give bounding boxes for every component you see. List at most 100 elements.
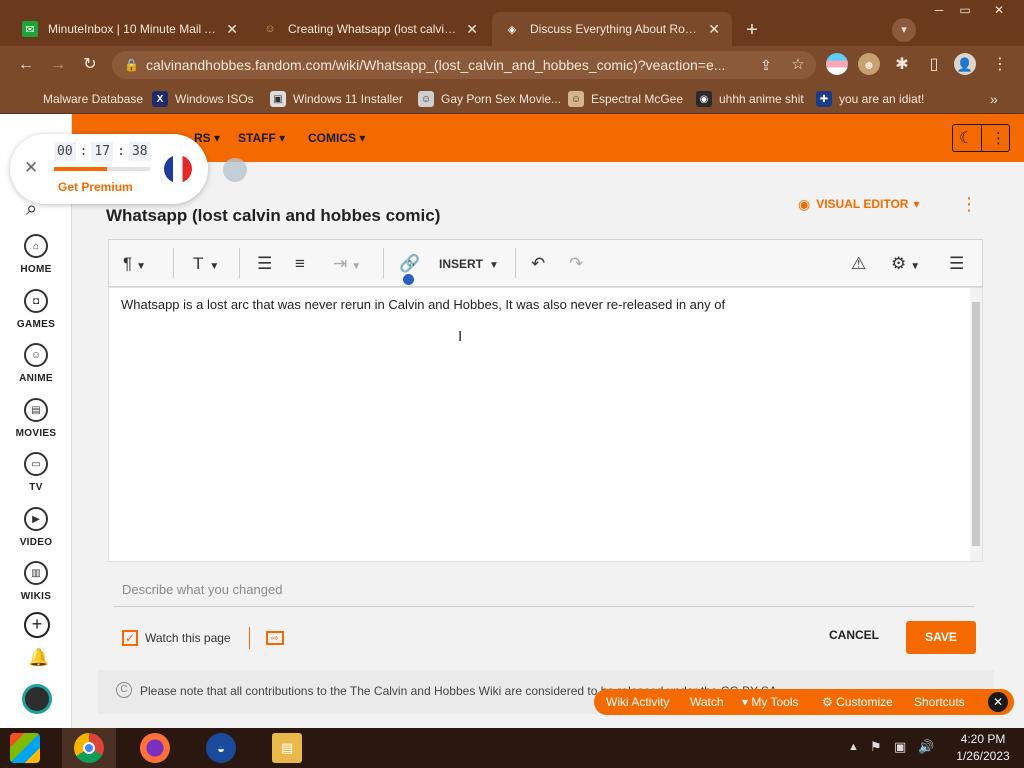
watch-page-option[interactable]: ✓ Watch this page ⇨ — [122, 627, 284, 649]
maximize-icon[interactable]: ▭ — [952, 2, 978, 18]
bookmark-anime[interactable]: ◉ uhhh anime shit — [696, 90, 804, 108]
review-changes-icon[interactable]: ⇨ — [265, 631, 284, 645]
reload-icon[interactable]: ↻ — [78, 53, 102, 77]
insert-menu-button[interactable]: INSERT ▼ — [439, 253, 499, 275]
firefox-taskbar-icon[interactable] — [140, 733, 170, 763]
rail-label: ANIME — [19, 373, 53, 384]
bookmark-malware-database[interactable]: Malware Database — [20, 90, 143, 108]
bookmark-espectral-mcgee[interactable]: ☺ Espectral McGee — [568, 90, 683, 108]
browser-taskbar-icon[interactable]: ◒ — [206, 733, 236, 763]
new-tab-icon[interactable]: + — [740, 18, 764, 42]
start-button-icon[interactable] — [10, 733, 40, 763]
rail-item-anime[interactable]: ☺ ANIME — [0, 343, 72, 384]
tray-overflow-icon[interactable]: ▲ — [848, 741, 859, 753]
editor-more-icon[interactable]: ⋮ — [960, 194, 978, 215]
system-clock[interactable]: 4:20 PM 1/26/2023 — [948, 731, 1018, 765]
paragraph-icon: ¶ — [123, 254, 133, 273]
notifications-bell-icon[interactable]: 🔔 — [28, 648, 49, 668]
rail-item-video[interactable]: ▶ VIDEO — [0, 507, 72, 548]
nav-item-comics[interactable]: COMICS ▾ — [308, 131, 365, 145]
action-center-flag-icon[interactable]: ⚑ — [870, 739, 882, 755]
undo-icon[interactable]: ↶ — [531, 253, 545, 275]
scrollbar-thumb[interactable] — [972, 302, 980, 546]
text-style-button[interactable]: T ▼ — [193, 253, 219, 275]
text-cursor-icon: I — [458, 328, 463, 345]
tab-creating-whatsapp[interactable]: ☺ Creating Whatsapp (lost calvin and ✕ — [250, 12, 490, 46]
paragraph-format-button[interactable]: ¶ ▼ — [123, 253, 146, 275]
create-plus-icon[interactable]: + — [24, 612, 50, 638]
rail-item-games[interactable]: ◘ GAMES — [0, 289, 72, 330]
timer-progress-track — [54, 167, 150, 171]
close-icon[interactable]: ✕ — [708, 21, 720, 38]
rail-item-movies[interactable]: ▤ MOVIES — [0, 398, 72, 439]
address-bar[interactable]: 🔒 calvinandhobbes.fandom.com/wiki/Whatsa… — [112, 51, 816, 79]
video-icon: ▶ — [24, 507, 48, 531]
close-icon[interactable]: ✕ — [226, 21, 238, 38]
gear-icon: ⚙ — [891, 254, 907, 273]
volume-icon[interactable]: 🔊 — [918, 739, 934, 755]
get-premium-link[interactable]: Get Premium — [58, 180, 133, 194]
tab-roblox[interactable]: ◈ Discuss Everything About Roblox ✕ — [492, 12, 732, 46]
tab-search-icon[interactable]: ▾ — [892, 18, 916, 42]
watch-link[interactable]: Watch — [690, 695, 724, 709]
numbered-list-icon[interactable]: ≡ — [295, 253, 305, 275]
warning-icon[interactable]: ⚠ — [851, 253, 866, 275]
link-icon[interactable]: 🔗 — [399, 253, 420, 285]
dark-mode-moon-icon[interactable]: ☾ — [959, 128, 973, 148]
indent-button[interactable]: ⇥ ▼ — [333, 253, 361, 275]
rail-item-wikis[interactable]: ▥ WIKIS — [0, 561, 72, 602]
article-body-text[interactable]: Whatsapp is a lost arc that was never re… — [121, 297, 725, 312]
bullet-list-icon[interactable]: ☰ — [257, 253, 272, 275]
redo-icon[interactable]: ↷ — [569, 253, 583, 275]
side-panel-icon[interactable]: ▯ — [922, 53, 946, 77]
bookmark-windows-isos[interactable]: X Windows ISOs — [152, 90, 254, 108]
chrome-taskbar-icon[interactable] — [74, 733, 104, 763]
france-flag-icon[interactable] — [164, 155, 192, 183]
bookmarks-overflow-icon[interactable]: » — [990, 90, 998, 108]
countdown: 00 : 17 : 38 — [54, 142, 151, 161]
account-icon[interactable]: 👤 — [954, 53, 976, 75]
more-menu-icon[interactable]: ⋮ — [991, 129, 1006, 147]
close-window-icon[interactable]: ✕ — [986, 2, 1012, 18]
rail-item-tv[interactable]: ▭ TV — [0, 452, 72, 493]
bookmark-3[interactable]: ☺ Gay Porn Sex Movie... — [418, 90, 561, 108]
close-icon[interactable]: ✕ — [466, 21, 478, 38]
visual-editor-switch[interactable]: ◉ VISUAL EDITOR ▾ — [798, 196, 920, 212]
nav-item-rs[interactable]: RS ▾ — [194, 131, 220, 145]
file-explorer-icon[interactable]: ▤ — [272, 733, 302, 763]
network-icon[interactable]: ▣ — [894, 739, 906, 755]
ghost-avatar-icon — [223, 158, 247, 182]
nav-item-staff[interactable]: STAFF ▾ — [238, 131, 285, 145]
profile-extension-icon[interactable]: ☻ — [858, 53, 880, 75]
edit-surface[interactable]: Whatsapp is a lost arc that was never re… — [108, 287, 983, 562]
page-options-button[interactable]: ⚙ ▼ — [891, 253, 920, 275]
close-icon[interactable]: ✕ — [24, 158, 38, 178]
book-icon: ▥ — [24, 561, 48, 585]
hamburger-menu-icon[interactable]: ☰ — [949, 253, 964, 275]
wiki-activity-link[interactable]: Wiki Activity — [606, 695, 669, 709]
my-tools-menu[interactable]: ▾ My Tools — [742, 695, 799, 709]
edit-summary-input[interactable]: Describe what you changed — [114, 573, 974, 607]
extensions-puzzle-icon[interactable]: ✱ — [890, 53, 914, 77]
close-icon[interactable]: ✕ — [988, 692, 1008, 712]
bookmark-you-are-an-idiat[interactable]: ✚ you are an idiat! — [816, 90, 924, 108]
back-icon[interactable]: ← — [14, 53, 38, 77]
chrome-menu-icon[interactable]: ⋮ — [988, 53, 1012, 77]
bookmark-windows-11-installer[interactable]: ▣ Windows 11 Installer — [270, 90, 403, 108]
customize-link[interactable]: ⚙ Customize — [822, 695, 893, 709]
save-button[interactable]: SAVE — [906, 621, 976, 654]
editor-scrollbar[interactable] — [970, 288, 982, 561]
share-icon[interactable]: ⇪ — [754, 53, 778, 77]
clock-date: 1/26/2023 — [956, 749, 1010, 763]
forward-icon[interactable]: → — [46, 53, 70, 77]
user-avatar[interactable] — [22, 684, 52, 714]
rail-item-home[interactable]: ⌂ HOME — [0, 234, 72, 275]
tab-minuteinbox[interactable]: ✉ MinuteInbox | 10 Minute Mail Ad ✕ — [10, 12, 250, 46]
cancel-button[interactable]: CANCEL — [824, 628, 884, 648]
shortcuts-link[interactable]: Shortcuts — [914, 695, 965, 709]
global-navigation-rail: ⌕ ⌂ HOME ◘ GAMES ☺ ANIME ▤ MOVIES ▭ TV ▶ VIDEO… — [0, 114, 72, 728]
bookmark-star-icon[interactable]: ☆ — [786, 53, 810, 77]
trans-flag-extension-icon[interactable] — [826, 53, 848, 75]
minimize-icon[interactable]: ─ — [926, 2, 952, 18]
watch-checkbox[interactable]: ✓ — [122, 630, 138, 646]
